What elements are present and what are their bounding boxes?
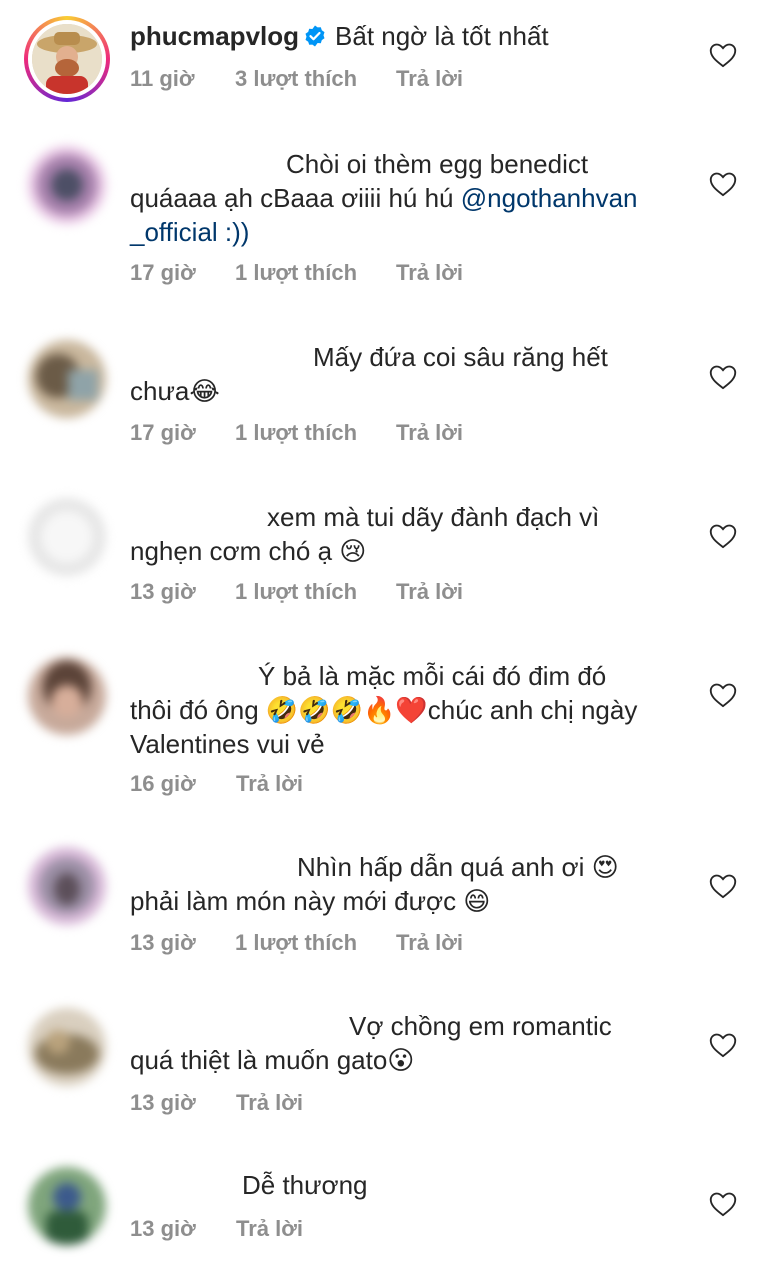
reply-button[interactable]: Trả lời (396, 579, 463, 605)
timestamp: 13 giờ (130, 1216, 196, 1241)
heart-icon[interactable] (709, 523, 737, 549)
timestamp: 17 giờ (130, 260, 196, 285)
reply-button[interactable]: Trả lời (396, 930, 463, 956)
like-count[interactable]: 1 lượt thích (235, 930, 357, 956)
reply-button[interactable]: Trả lời (396, 420, 463, 446)
reply-button[interactable]: Trả lời (396, 260, 463, 286)
comment-text: Nhìn hấp dẫn quá anh ơi 😍 (297, 852, 619, 882)
comment-text: Bất ngờ là tốt nhất (335, 21, 549, 51)
comment-text: phải làm món này mới được 😄 (130, 886, 491, 916)
comment-text: nghẹn cơm chó ạ 😢 (130, 536, 367, 566)
heart-icon[interactable] (709, 1191, 737, 1217)
avatar (32, 24, 102, 94)
avatar[interactable] (28, 1167, 106, 1245)
comment-text: chưa😂 (130, 376, 220, 406)
avatar[interactable] (28, 1008, 106, 1086)
mention-link-continued[interactable]: _official :)) (130, 215, 690, 249)
like-count[interactable]: 1 lượt thích (235, 579, 357, 605)
like-count[interactable]: 1 lượt thích (235, 260, 357, 286)
comment-text: Mấy đứa coi sâu răng hết (313, 342, 608, 372)
username[interactable]: phucmapvlog (130, 21, 299, 51)
comment-text: quá thiệt là muốn gato😮 (130, 1045, 415, 1075)
heart-icon[interactable] (709, 682, 737, 708)
timestamp: 13 giờ (130, 1090, 196, 1115)
comment-text: Vợ chồng em romantic (349, 1011, 612, 1041)
heart-icon[interactable] (709, 873, 737, 899)
comment-text: Dễ thương (242, 1170, 368, 1200)
comment-text: Ý bả là mặc mỗi cái đó đim đó (258, 661, 607, 691)
verified-badge-icon (305, 25, 325, 47)
reply-button[interactable]: Trả lời (236, 1090, 303, 1116)
reply-button[interactable]: Trả lời (396, 66, 463, 92)
like-count[interactable]: 1 lượt thích (235, 420, 357, 446)
mention-link[interactable]: @ngothanhvan (461, 183, 638, 213)
like-count[interactable]: 3 lượt thích (235, 66, 357, 92)
heart-icon[interactable] (709, 42, 737, 68)
timestamp: 13 giờ (130, 930, 196, 955)
comment-text: Chòi oi thèm egg benedict (286, 149, 589, 179)
timestamp: 13 giờ (130, 579, 196, 604)
story-ring[interactable] (24, 16, 110, 102)
avatar[interactable] (28, 498, 106, 576)
reply-button[interactable]: Trả lời (236, 1216, 303, 1242)
timestamp: 17 giờ (130, 420, 196, 445)
avatar[interactable] (28, 847, 106, 925)
avatar[interactable] (28, 340, 106, 418)
comment-text: Valentines vui vẻ (130, 729, 325, 759)
heart-icon[interactable] (709, 171, 737, 197)
comment-text: xem mà tui dãy đành đạch vì (267, 502, 600, 532)
heart-icon[interactable] (709, 1032, 737, 1058)
heart-icon[interactable] (709, 364, 737, 390)
reply-button[interactable]: Trả lời (236, 771, 303, 797)
timestamp: 16 giờ (130, 771, 196, 796)
comment-text: thôi đó ông 🤣🤣🤣🔥❤️chúc anh chị ngày (130, 695, 638, 725)
timestamp: 11 giờ (130, 66, 195, 91)
avatar[interactable] (28, 657, 106, 735)
comment-text: quáaaa ạh cBaaa ơiiii hú hú (130, 183, 461, 213)
avatar[interactable] (28, 146, 106, 224)
